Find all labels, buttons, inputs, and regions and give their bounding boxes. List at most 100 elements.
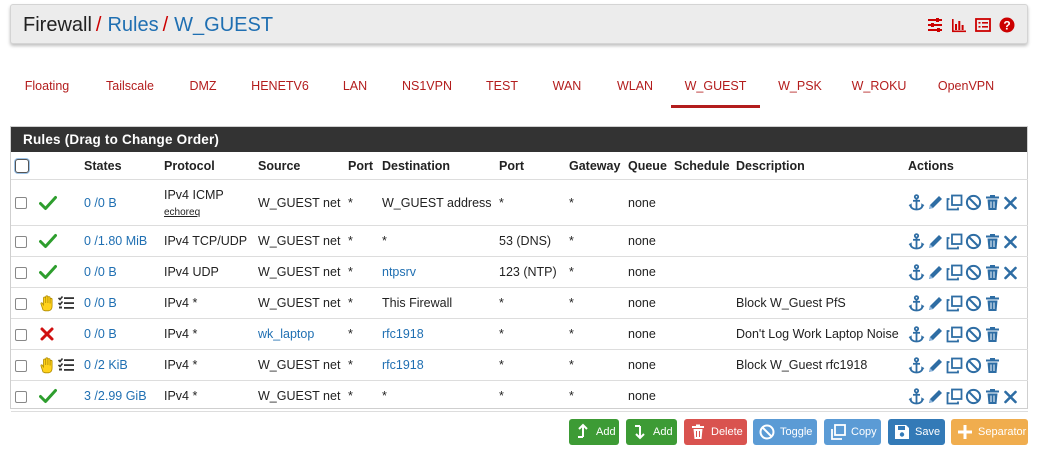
copy-icon[interactable] bbox=[946, 233, 963, 250]
row-checkbox[interactable] bbox=[15, 359, 27, 372]
edit-pencil-icon[interactable] bbox=[927, 357, 944, 374]
pass-check-icon[interactable] bbox=[39, 195, 57, 210]
states-cell[interactable]: 3 /2.99 GiB bbox=[80, 380, 160, 412]
add-bottom-button[interactable]: Add bbox=[626, 419, 677, 445]
tab-henetv6[interactable]: HENETV6 bbox=[242, 68, 318, 108]
separator-button[interactable]: Separator bbox=[951, 419, 1028, 445]
edit-pencil-icon[interactable] bbox=[927, 326, 944, 343]
row-checkbox[interactable] bbox=[15, 197, 27, 210]
copy-button[interactable]: Copy bbox=[824, 419, 881, 445]
destination-cell[interactable]: rfc1918 bbox=[378, 349, 495, 381]
table-row[interactable]: 3 /2.99 GiB IPv4 * W_GUEST net * * * * none bbox=[11, 380, 1028, 412]
row-checkbox[interactable] bbox=[15, 328, 27, 341]
delete-trash-icon[interactable] bbox=[984, 194, 1001, 211]
breadcrumb-current[interactable]: W_GUEST bbox=[174, 14, 273, 36]
delete-trash-icon[interactable] bbox=[984, 233, 1001, 250]
block-hand-icon[interactable] bbox=[39, 356, 55, 373]
destination-cell[interactable]: rfc1918 bbox=[378, 318, 495, 350]
copy-icon[interactable] bbox=[946, 295, 963, 312]
copy-icon[interactable] bbox=[946, 264, 963, 281]
disable-ban-icon[interactable] bbox=[965, 233, 982, 250]
edit-pencil-icon[interactable] bbox=[927, 233, 944, 250]
anchor-icon[interactable] bbox=[908, 232, 925, 250]
breadcrumb-rules-link[interactable]: Rules bbox=[107, 14, 158, 36]
table-row[interactable]: 0 /0 B IPv4 * wk_laptop * rfc1918 * * none Don't… bbox=[11, 318, 1028, 350]
source-cell[interactable]: wk_laptop bbox=[254, 318, 344, 350]
tab-openvpn[interactable]: OpenVPN bbox=[928, 68, 1004, 108]
copy-icon[interactable] bbox=[946, 194, 963, 211]
pass-check-icon[interactable] bbox=[39, 388, 57, 403]
disable-ban-icon[interactable] bbox=[965, 264, 982, 281]
delete-trash-icon[interactable] bbox=[984, 326, 1001, 343]
sliders-icon[interactable] bbox=[927, 17, 943, 33]
kill-states-x-icon[interactable] bbox=[1003, 388, 1020, 405]
disable-ban-icon[interactable] bbox=[965, 295, 982, 312]
bar-chart-icon[interactable] bbox=[951, 17, 967, 33]
edit-pencil-icon[interactable] bbox=[927, 295, 944, 312]
disable-ban-icon[interactable] bbox=[965, 194, 982, 211]
tab-wlan[interactable]: WLAN bbox=[608, 68, 662, 108]
states-cell[interactable]: 0 /0 B bbox=[80, 179, 160, 226]
destination-cell[interactable]: ntpsrv bbox=[378, 256, 495, 288]
anchor-icon[interactable] bbox=[908, 356, 925, 374]
pass-check-icon[interactable] bbox=[39, 264, 57, 279]
select-all-checkbox[interactable] bbox=[15, 158, 29, 173]
states-cell[interactable]: 0 /0 B bbox=[80, 256, 160, 288]
table-row[interactable]: 0 /0 B IPv4 ICMP echoreq W_GUEST net * W_GUES… bbox=[11, 179, 1028, 226]
tab-dmz[interactable]: DMZ bbox=[178, 68, 228, 108]
disable-ban-icon[interactable] bbox=[965, 388, 982, 405]
anchor-icon[interactable] bbox=[908, 294, 925, 312]
tab-w-roku[interactable]: W_ROKU bbox=[844, 68, 914, 108]
icmp-type-text[interactable]: echoreq bbox=[164, 207, 254, 218]
tab-ns1vpn[interactable]: NS1VPN bbox=[392, 68, 462, 108]
block-x-icon[interactable] bbox=[39, 326, 55, 341]
anchor-icon[interactable] bbox=[908, 263, 925, 281]
tab-wan[interactable]: WAN bbox=[540, 68, 594, 108]
block-hand-icon[interactable] bbox=[39, 294, 55, 311]
table-row[interactable]: 0 /2 KiB IPv4 * W_GUEST net * rfc1918 * * none B… bbox=[11, 349, 1028, 381]
row-checkbox[interactable] bbox=[15, 235, 27, 248]
states-cell[interactable]: 0 /0 B bbox=[80, 287, 160, 319]
delete-button[interactable]: Delete bbox=[684, 419, 747, 445]
row-checkbox[interactable] bbox=[15, 266, 27, 279]
table-row[interactable]: 0 /0 B IPv4 * W_GUEST net * This Firewall * * n… bbox=[11, 287, 1028, 319]
tab-w-guest[interactable]: W_GUEST bbox=[671, 68, 760, 108]
table-row[interactable]: 0 /0 B IPv4 UDP W_GUEST net * ntpsrv 123 (NTP… bbox=[11, 256, 1028, 288]
tab-test[interactable]: TEST bbox=[476, 68, 528, 108]
delete-trash-icon[interactable] bbox=[984, 264, 1001, 281]
delete-trash-icon[interactable] bbox=[984, 295, 1001, 312]
help-icon[interactable]: ? bbox=[999, 17, 1015, 33]
row-checkbox[interactable] bbox=[15, 390, 27, 403]
add-top-button[interactable]: Add bbox=[569, 419, 619, 445]
copy-icon[interactable] bbox=[946, 388, 963, 405]
delete-trash-icon[interactable] bbox=[984, 388, 1001, 405]
table-row[interactable]: 0 /1.80 MiB IPv4 TCP/UDP W_GUEST net * * 53 (… bbox=[11, 225, 1028, 257]
disable-ban-icon[interactable] bbox=[965, 357, 982, 374]
list-icon[interactable] bbox=[975, 17, 991, 33]
pass-check-icon[interactable] bbox=[39, 233, 57, 248]
delete-trash-icon[interactable] bbox=[984, 357, 1001, 374]
tab-w-psk[interactable]: W_PSK bbox=[770, 68, 830, 108]
edit-pencil-icon[interactable] bbox=[927, 194, 944, 211]
states-cell[interactable]: 0 /1.80 MiB bbox=[80, 225, 160, 257]
anchor-icon[interactable] bbox=[908, 194, 925, 211]
tab-floating[interactable]: Floating bbox=[10, 68, 84, 108]
tab-tailscale[interactable]: Tailscale bbox=[94, 68, 166, 108]
save-button[interactable]: Save bbox=[888, 419, 945, 445]
kill-states-x-icon[interactable] bbox=[1003, 264, 1020, 281]
row-actions bbox=[908, 387, 1028, 405]
anchor-icon[interactable] bbox=[908, 387, 925, 405]
kill-states-x-icon[interactable] bbox=[1003, 194, 1020, 211]
tab-lan[interactable]: LAN bbox=[332, 68, 378, 108]
row-checkbox[interactable] bbox=[15, 297, 27, 310]
kill-states-x-icon[interactable] bbox=[1003, 233, 1020, 250]
copy-icon[interactable] bbox=[946, 357, 963, 374]
edit-pencil-icon[interactable] bbox=[927, 388, 944, 405]
states-cell[interactable]: 0 /0 B bbox=[80, 318, 160, 350]
edit-pencil-icon[interactable] bbox=[927, 264, 944, 281]
anchor-icon[interactable] bbox=[908, 325, 925, 343]
toggle-button[interactable]: Toggle bbox=[753, 419, 817, 445]
disable-ban-icon[interactable] bbox=[965, 326, 982, 343]
states-cell[interactable]: 0 /2 KiB bbox=[80, 349, 160, 381]
copy-icon[interactable] bbox=[946, 326, 963, 343]
